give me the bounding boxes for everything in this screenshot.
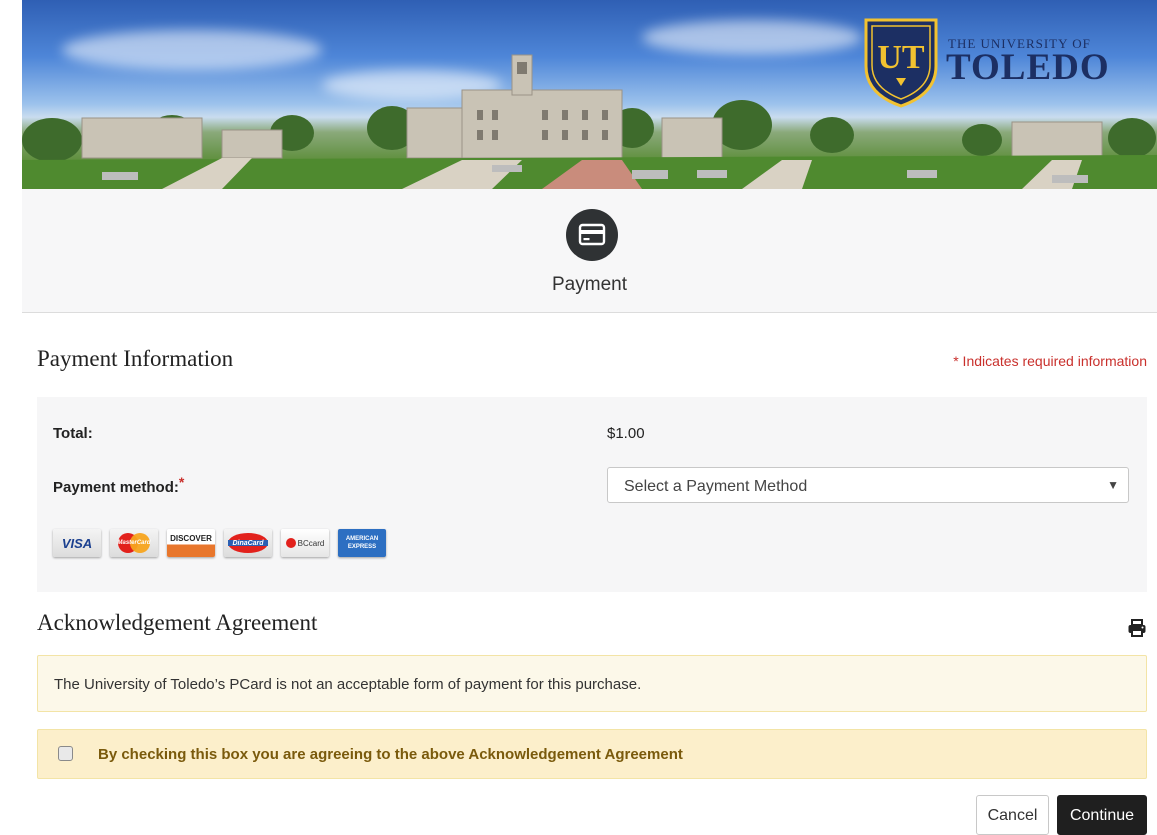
- campus-panorama: [22, 54, 1157, 189]
- continue-button[interactable]: Continue: [1057, 795, 1147, 835]
- logo-monogram: UT: [877, 39, 925, 76]
- payment-method-select-value: Select a Payment Method: [624, 478, 808, 495]
- step-indicator: Payment: [22, 189, 1157, 313]
- agreement-checkbox-label[interactable]: By checking this box you are agreeing to…: [98, 746, 683, 763]
- visa-card-text: VISA: [61, 535, 93, 551]
- bccard-card-icon: BCcard: [281, 529, 329, 557]
- required-info-note: * Indicates required information: [953, 353, 1147, 369]
- discover-card-text: DISCOVER: [170, 534, 212, 543]
- bccard-card-text: BCcard: [297, 538, 325, 548]
- payment-method-label: Payment method:*: [53, 474, 184, 496]
- payment-method-select[interactable]: Select a Payment Method ▼: [607, 467, 1129, 503]
- bccard-dot: [285, 538, 296, 548]
- dinacard-card-text: DinaCard: [232, 539, 264, 547]
- step-label: Payment: [552, 274, 627, 295]
- agreement-checkbox[interactable]: [58, 746, 73, 761]
- mastercard-card-icon: MasterCard: [110, 529, 158, 557]
- print-icon[interactable]: [1127, 618, 1147, 638]
- mastercard-card-text: MasterCard: [117, 540, 151, 546]
- credit-card-icon: [566, 209, 618, 261]
- amex-card-icon: AMERICAN EXPRESS: [338, 529, 386, 557]
- university-shield-logo: UT: [864, 18, 938, 108]
- chevron-down-icon: ▼: [1107, 478, 1119, 492]
- total-label: Total:: [53, 425, 93, 442]
- header-banner: UT THE UNIVERSITY OF TOLEDO: [22, 0, 1157, 189]
- logo-line2: TOLEDO: [946, 47, 1110, 88]
- amex-card-text: AMERICAN EXPRESS: [345, 536, 379, 550]
- total-value: $1.00: [607, 425, 645, 442]
- acknowledgement-title: Acknowledgement Agreement: [37, 610, 318, 635]
- required-asterisk: *: [178, 474, 185, 490]
- visa-card-icon: VISA: [53, 529, 101, 557]
- discover-card-icon: DISCOVER: [167, 529, 215, 557]
- dinacard-card-icon: DinaCard: [224, 529, 272, 557]
- payment-information-title: Payment Information: [37, 346, 234, 371]
- acknowledgement-box: The University of Toledo’s PCard is not …: [37, 655, 1147, 712]
- cancel-button[interactable]: Cancel: [976, 795, 1049, 835]
- acknowledgement-text: The University of Toledo’s PCard is not …: [54, 676, 642, 693]
- payment-method-label-text: Payment method:: [53, 479, 179, 496]
- payment-info-panel: Total: $1.00 Payment method:* Select a P…: [37, 397, 1147, 592]
- page: UT THE UNIVERSITY OF TOLEDO Payment Paym…: [22, 0, 1157, 835]
- agreement-checkbox-row[interactable]: By checking this box you are agreeing to…: [37, 729, 1147, 779]
